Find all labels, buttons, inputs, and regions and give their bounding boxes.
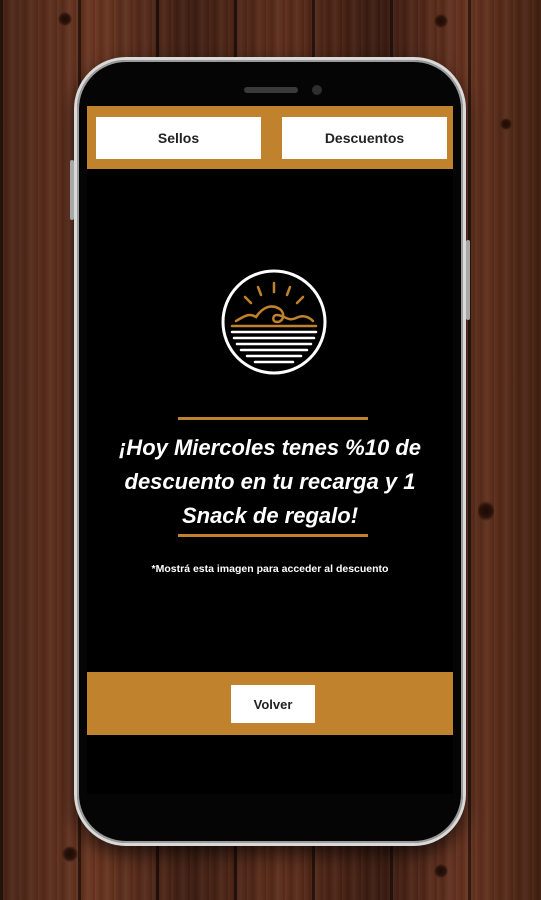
- top-tab-bar: Sellos Descuentos: [87, 106, 453, 169]
- phone-frame: Sellos Descuentos ¡Hoy Miercoles tenes %…: [70, 57, 470, 846]
- bottom-divider: [178, 534, 368, 537]
- bottom-action-bar: Volver: [87, 672, 453, 735]
- wood-knot: [478, 500, 494, 522]
- wood-knot: [434, 864, 448, 878]
- app-screen: Sellos Descuentos ¡Hoy Miercoles tenes %…: [87, 106, 453, 794]
- phone-speaker: [244, 87, 298, 93]
- wood-knot: [434, 14, 448, 28]
- wood-knot: [58, 12, 72, 26]
- promo-note: *Mostrá esta imagen para acceder al desc…: [151, 563, 389, 575]
- power-button: [466, 240, 470, 320]
- wood-knot: [62, 846, 78, 862]
- sun-wave-logo-icon: [221, 269, 327, 375]
- stamps-tab-button[interactable]: Sellos: [96, 117, 261, 159]
- top-divider: [178, 417, 368, 420]
- discounts-tab-button[interactable]: Descuentos: [282, 117, 447, 159]
- wood-knot: [500, 118, 512, 130]
- phone-camera: [312, 85, 322, 95]
- promo-headline: ¡Hoy Miercoles tenes %10 de descuento en…: [118, 435, 421, 528]
- back-button[interactable]: Volver: [231, 685, 315, 723]
- volume-button: [70, 160, 74, 220]
